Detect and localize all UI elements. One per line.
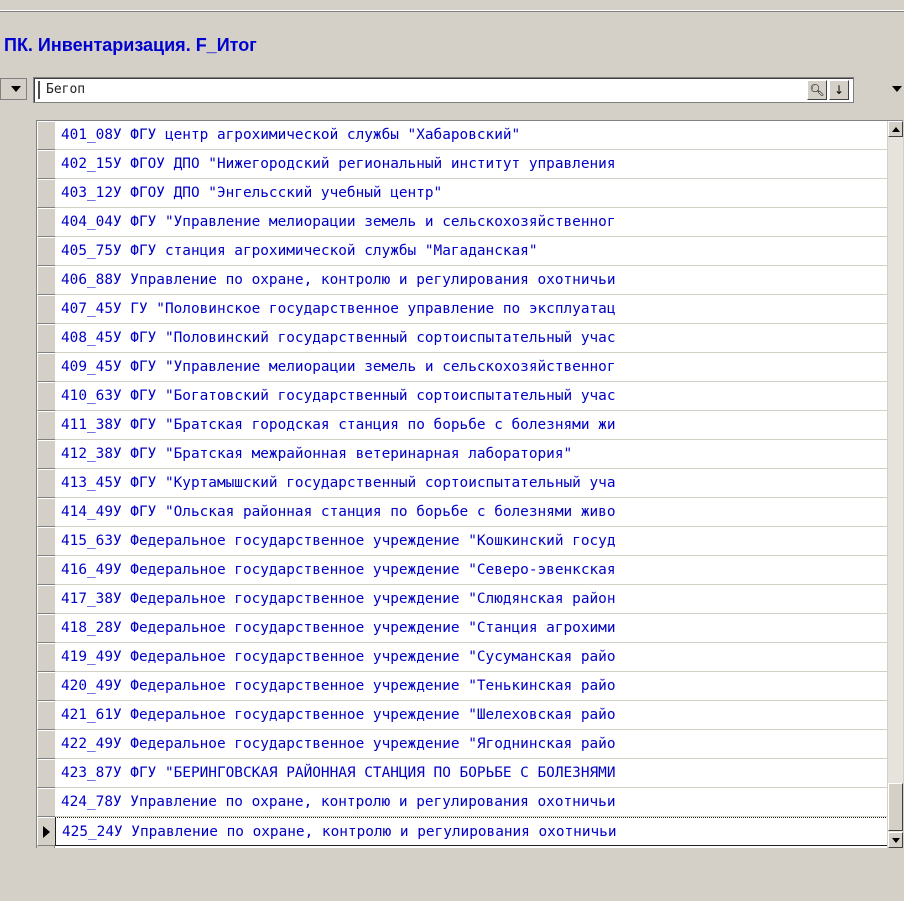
current-row-pointer-icon: [43, 826, 50, 838]
table-row[interactable]: 423_87У ФГУ "БЕРИНГОВСКАЯ РАЙОННАЯ СТАНЦ…: [37, 759, 888, 788]
vertical-scrollbar[interactable]: [887, 121, 903, 848]
table-row[interactable]: 415_63У Федеральное государственное учре…: [37, 527, 888, 556]
row-cell[interactable]: 409_45У ФГУ "Управление мелиорации земел…: [55, 353, 888, 382]
row-indicator[interactable]: [37, 556, 55, 585]
table-row[interactable]: 412_38У ФГУ "Братская межрайонная ветери…: [37, 440, 888, 469]
row-cell[interactable]: 411_38У ФГУ "Братская городская станция …: [55, 411, 888, 440]
row-cell[interactable]: 402_15У ФГОУ ДПО "Нижегородский регионал…: [55, 150, 888, 179]
row-cell[interactable]: 405_75У ФГУ станция агрохимической служб…: [55, 237, 888, 266]
records-grid[interactable]: 401_08У ФГУ центр агрохимической службы …: [36, 120, 903, 848]
row-indicator[interactable]: [37, 324, 55, 353]
row-cell[interactable]: 407_45У ГУ "Половинское государственное …: [55, 295, 888, 324]
window-title: ПК. Инвентаризация. F_Итог: [4, 35, 257, 55]
row-cell[interactable]: 418_28У Федеральное государственное учре…: [55, 614, 888, 643]
row-cell[interactable]: 423_87У ФГУ "БЕРИНГОВСКАЯ РАЙОННАЯ СТАНЦ…: [55, 759, 888, 788]
row-cell[interactable]: 425_24У Управление по охране, контролю и…: [55, 817, 888, 846]
row-cell[interactable]: 401_08У ФГУ центр агрохимической службы …: [55, 121, 888, 150]
row-cell[interactable]: 406_88У Управление по охране, контролю и…: [55, 266, 888, 295]
row-indicator[interactable]: [37, 295, 55, 324]
row-cell[interactable]: 421_61У Федеральное государственное учре…: [55, 701, 888, 730]
table-row[interactable]: 419_49У Федеральное государственное учре…: [37, 643, 888, 672]
chevron-down-icon: [892, 86, 902, 92]
row-cell[interactable]: 410_63У ФГУ "Богатовский государственный…: [55, 382, 888, 411]
row-cell[interactable]: 416_49У Федеральное государственное учре…: [55, 556, 888, 585]
row-indicator[interactable]: [37, 672, 55, 701]
row-indicator[interactable]: [37, 730, 55, 759]
table-row[interactable]: 409_45У ФГУ "Управление мелиорации земел…: [37, 353, 888, 382]
scroll-down-button[interactable]: [888, 832, 903, 848]
search-input[interactable]: Бегоп: [46, 82, 85, 97]
table-row[interactable]: 405_75У ФГУ станция агрохимической служб…: [37, 237, 888, 266]
row-indicator[interactable]: [37, 701, 55, 730]
table-row[interactable]: 416_49У Федеральное государственное учре…: [37, 556, 888, 585]
table-row[interactable]: 410_63У ФГУ "Богатовский государственный…: [37, 382, 888, 411]
row-cell[interactable]: 417_38У Федеральное государственное учре…: [55, 585, 888, 614]
table-row[interactable]: 404_04У ФГУ "Управление мелиорации земел…: [37, 208, 888, 237]
row-indicator[interactable]: [37, 411, 55, 440]
row-cell[interactable]: 403_12У ФГОУ ДПО "Энгельсский учебный це…: [55, 179, 888, 208]
scroll-thumb[interactable]: [888, 783, 903, 831]
table-row[interactable]: 406_88У Управление по охране, контролю и…: [37, 266, 888, 295]
row-indicator[interactable]: [37, 150, 55, 179]
table-row[interactable]: 418_28У Федеральное государственное учре…: [37, 614, 888, 643]
row-indicator[interactable]: [37, 788, 55, 817]
row-indicator[interactable]: [37, 208, 55, 237]
row-indicator[interactable]: [37, 440, 55, 469]
row-indicator[interactable]: [37, 817, 55, 846]
magnifier-icon: 🔍︎: [809, 83, 825, 97]
row-indicator[interactable]: [37, 614, 55, 643]
table-row[interactable]: 422_49У Федеральное государственное учре…: [37, 730, 888, 759]
table-row[interactable]: 403_12У ФГОУ ДПО "Энгельсский учебный це…: [37, 179, 888, 208]
top-bar: [0, 0, 904, 10]
table-row[interactable]: 424_78У Управление по охране, контролю и…: [37, 788, 888, 817]
table-row[interactable]: 408_45У ФГУ "Половинский государственный…: [37, 324, 888, 353]
row-indicator[interactable]: [37, 266, 55, 295]
row-cell[interactable]: 424_78У Управление по охране, контролю и…: [55, 788, 888, 817]
table-row[interactable]: 413_45У ФГУ "Куртамышский государственны…: [37, 469, 888, 498]
scroll-up-button[interactable]: [888, 121, 903, 137]
row-cell[interactable]: 415_63У Федеральное государственное учре…: [55, 527, 888, 556]
left-dropdown-button[interactable]: [0, 78, 27, 100]
table-row[interactable]: 421_61У Федеральное государственное учре…: [37, 701, 888, 730]
row-indicator[interactable]: [37, 121, 55, 150]
row-cell[interactable]: 419_49У Федеральное государственное учре…: [55, 643, 888, 672]
search-field[interactable]: Бегоп 🔍︎ ↓: [33, 77, 854, 103]
search-button[interactable]: 🔍︎: [807, 80, 827, 100]
table-row[interactable]: 425_24У Управление по охране, контролю и…: [37, 817, 888, 846]
row-cell[interactable]: 408_45У ФГУ "Половинский государственный…: [55, 324, 888, 353]
row-cell[interactable]: 413_45У ФГУ "Куртамышский государственны…: [55, 469, 888, 498]
row-indicator[interactable]: [37, 527, 55, 556]
row-cell[interactable]: 420_49У Федеральное государственное учре…: [55, 672, 888, 701]
row-cell[interactable]: 414_49У ФГУ "Ольская районная станция по…: [55, 498, 888, 527]
row-cell[interactable]: 422_49У Федеральное государственное учре…: [55, 730, 888, 759]
row-indicator[interactable]: [37, 237, 55, 266]
arrow-down-icon: ↓: [833, 83, 845, 97]
row-indicator[interactable]: [37, 759, 55, 788]
row-indicator[interactable]: [37, 469, 55, 498]
table-row[interactable]: 402_15У ФГОУ ДПО "Нижегородский регионал…: [37, 150, 888, 179]
row-indicator[interactable]: [37, 382, 55, 411]
sort-button[interactable]: ↓: [829, 80, 849, 100]
top-divider: [0, 10, 904, 12]
table-row[interactable]: 401_08У ФГУ центр агрохимической службы …: [37, 121, 888, 150]
row-indicator[interactable]: [37, 353, 55, 382]
right-dropdown-button[interactable]: [889, 78, 904, 100]
caret: [38, 81, 40, 99]
table-row[interactable]: 417_38У Федеральное государственное учре…: [37, 585, 888, 614]
row-indicator[interactable]: [37, 179, 55, 208]
row-indicator[interactable]: [37, 498, 55, 527]
chevron-down-icon: [11, 86, 21, 92]
row-indicator[interactable]: [37, 585, 55, 614]
row-cell[interactable]: 404_04У ФГУ "Управление мелиорации земел…: [55, 208, 888, 237]
table-row[interactable]: 420_49У Федеральное государственное учре…: [37, 672, 888, 701]
table-row[interactable]: 411_38У ФГУ "Братская городская станция …: [37, 411, 888, 440]
table-row[interactable]: 407_45У ГУ "Половинское государственное …: [37, 295, 888, 324]
table-row[interactable]: 414_49У ФГУ "Ольская районная станция по…: [37, 498, 888, 527]
row-indicator[interactable]: [37, 643, 55, 672]
row-cell[interactable]: 412_38У ФГУ "Братская межрайонная ветери…: [55, 440, 888, 469]
